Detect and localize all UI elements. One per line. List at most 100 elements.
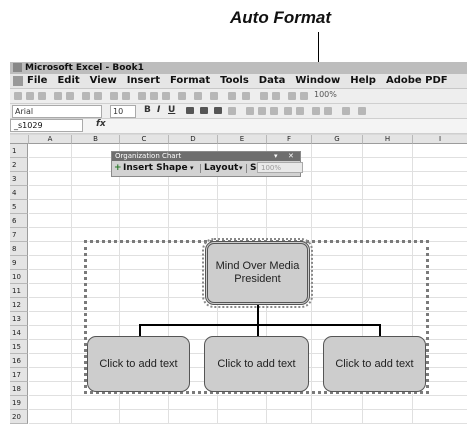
row-header-16[interactable]: 16	[10, 354, 28, 368]
insert-shape-icon[interactable]: +	[114, 161, 122, 176]
column-header-e[interactable]: E	[218, 135, 267, 144]
menu-tools[interactable]: Tools	[220, 75, 249, 86]
insert-shape-button[interactable]: Insert Shape	[123, 161, 188, 176]
research-icon[interactable]	[122, 92, 130, 100]
zoom-box[interactable]: 100%	[314, 90, 337, 99]
percent-icon[interactable]	[258, 107, 266, 115]
layout-dropdown-icon[interactable]: ▾	[239, 161, 243, 176]
merge-center-icon[interactable]	[228, 107, 236, 115]
row-header-19[interactable]: 19	[10, 396, 28, 410]
paste-icon[interactable]	[162, 92, 170, 100]
row-header-13[interactable]: 13	[10, 312, 28, 326]
italic-button[interactable]: I	[157, 105, 160, 115]
bold-button[interactable]: B	[144, 105, 151, 115]
row-header-18[interactable]: 18	[10, 382, 28, 396]
row-header-5[interactable]: 5	[10, 200, 28, 214]
menu-insert[interactable]: Insert	[127, 75, 160, 86]
separator	[200, 164, 201, 173]
row-header-1[interactable]: 1	[10, 144, 28, 158]
row-header-17[interactable]: 17	[10, 368, 28, 382]
row-header-14[interactable]: 14	[10, 326, 28, 340]
row-header-4[interactable]: 4	[10, 186, 28, 200]
workbook-icon[interactable]	[13, 76, 23, 86]
child-node-2[interactable]: Click to add text	[204, 336, 309, 392]
child-node-1[interactable]: Click to add text	[87, 336, 190, 392]
row-header-15[interactable]: 15	[10, 340, 28, 354]
decrease-indent-icon[interactable]	[312, 107, 320, 115]
comma-style-icon[interactable]	[270, 107, 278, 115]
email-icon[interactable]	[66, 92, 74, 100]
currency-icon[interactable]	[246, 107, 254, 115]
menu-file[interactable]: File	[27, 75, 47, 86]
row-header-10[interactable]: 10	[10, 270, 28, 284]
row-header-11[interactable]: 11	[10, 284, 28, 298]
format-painter-icon[interactable]	[178, 92, 186, 100]
print-icon[interactable]	[82, 92, 90, 100]
font-name-box[interactable]: Arial	[12, 105, 102, 118]
align-center-icon[interactable]	[200, 107, 208, 114]
select-all-corner[interactable]	[10, 135, 29, 144]
sort-descending-icon[interactable]	[272, 92, 280, 100]
align-left-icon[interactable]	[186, 107, 194, 114]
undo-icon[interactable]	[194, 92, 202, 100]
menu-window[interactable]: Window	[295, 75, 340, 86]
new-icon[interactable]	[14, 92, 22, 100]
toolbar-options-icon[interactable]: ▾	[274, 152, 278, 161]
print-preview-icon[interactable]	[94, 92, 102, 100]
align-right-icon[interactable]	[214, 107, 222, 114]
sort-ascending-icon[interactable]	[260, 92, 268, 100]
org-chart-canvas[interactable]: Mind Over Media President Click to add t…	[84, 238, 429, 394]
spelling-icon[interactable]	[110, 92, 118, 100]
increase-indent-icon[interactable]	[324, 107, 332, 115]
column-header-g[interactable]: G	[312, 135, 363, 144]
redo-icon[interactable]	[210, 92, 218, 100]
row-header-20[interactable]: 20	[10, 410, 28, 424]
row-header-7[interactable]: 7	[10, 228, 28, 242]
autosum-icon[interactable]	[242, 92, 250, 100]
layout-button[interactable]: Layout	[204, 161, 238, 176]
drawing-icon[interactable]	[300, 92, 308, 100]
menu-data[interactable]: Data	[259, 75, 286, 86]
menu-format[interactable]: Format	[170, 75, 210, 86]
chart-wizard-icon[interactable]	[288, 92, 296, 100]
row-header-6[interactable]: 6	[10, 214, 28, 228]
decrease-decimal-icon[interactable]	[296, 107, 304, 115]
permission-icon[interactable]	[54, 92, 62, 100]
child-node-3[interactable]: Click to add text	[323, 336, 426, 392]
save-icon[interactable]	[38, 92, 46, 100]
column-header-b[interactable]: B	[72, 135, 120, 144]
row-header-3[interactable]: 3	[10, 172, 28, 186]
open-icon[interactable]	[26, 92, 34, 100]
hyperlink-icon[interactable]	[228, 92, 236, 100]
row-header-12[interactable]: 12	[10, 298, 28, 312]
column-header-c[interactable]: C	[120, 135, 169, 144]
column-header-f[interactable]: F	[267, 135, 312, 144]
row-header-8[interactable]: 8	[10, 242, 28, 256]
row-header-2[interactable]: 2	[10, 158, 28, 172]
column-header-d[interactable]: D	[169, 135, 218, 144]
org-zoom-box[interactable]: 100%	[257, 162, 303, 173]
fx-icon[interactable]: fx	[96, 119, 106, 129]
separator	[246, 164, 247, 173]
borders-icon[interactable]	[342, 107, 350, 115]
menu-edit[interactable]: Edit	[57, 75, 79, 86]
name-box[interactable]: _s1029	[10, 119, 83, 132]
close-icon[interactable]: ✕	[288, 152, 294, 161]
column-header-h[interactable]: H	[363, 135, 413, 144]
column-header-i[interactable]: I	[413, 135, 467, 144]
font-size-box[interactable]: 10	[110, 105, 136, 118]
cut-icon[interactable]	[138, 92, 146, 100]
row-header-9[interactable]: 9	[10, 256, 28, 270]
menu-view[interactable]: View	[90, 75, 117, 86]
org-toolbar-title[interactable]: Organization Chart	[112, 152, 300, 161]
menu-help[interactable]: Help	[350, 75, 376, 86]
menu-adobe-pdf[interactable]: Adobe PDF	[386, 75, 448, 86]
increase-decimal-icon[interactable]	[284, 107, 292, 115]
fill-color-icon[interactable]	[358, 107, 366, 115]
copy-icon[interactable]	[150, 92, 158, 100]
top-node[interactable]: Mind Over Media President	[202, 238, 313, 308]
top-node-text: Mind Over Media President	[216, 260, 300, 286]
underline-button[interactable]: U	[168, 105, 175, 115]
insert-shape-dropdown-icon[interactable]: ▾	[190, 161, 194, 176]
column-header-a[interactable]: A	[29, 135, 72, 144]
